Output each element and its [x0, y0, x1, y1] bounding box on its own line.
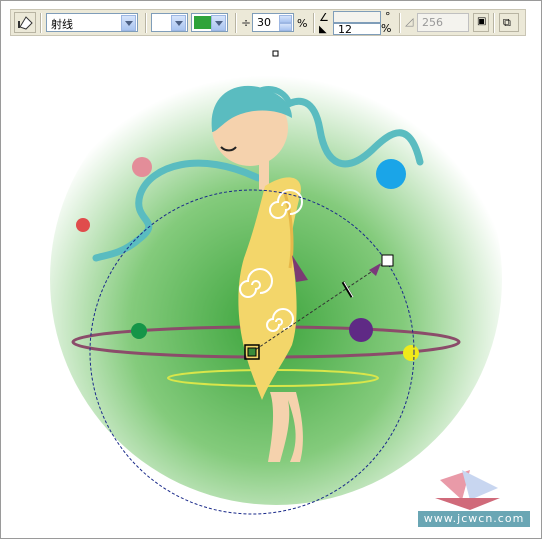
fill-type-dropdown[interactable]: 射线 [46, 13, 138, 32]
interactive-fill-tool-button[interactable] [14, 12, 36, 33]
watermark: www.jcwcn.com [418, 511, 530, 527]
drawing-canvas[interactable] [0, 0, 542, 539]
red-dot[interactable] [76, 218, 90, 232]
blue-dot[interactable] [376, 159, 406, 189]
copy-fill-properties-button[interactable]: ⧉ [499, 13, 519, 32]
selection-handle[interactable] [272, 50, 279, 57]
copy-properties-icon: ⧉ [503, 16, 511, 29]
midpoint-value: 30 [257, 16, 271, 29]
yellow-dot[interactable] [403, 345, 419, 361]
property-bar: 射线 ÷ 30 % ∠ ◣ ° 12 % ◿ 256 ▣ ⧉ [10, 9, 526, 36]
gradient-end-handle[interactable] [381, 254, 394, 267]
separator [399, 13, 401, 33]
purple-dot[interactable] [349, 318, 373, 342]
edge-pad-icon: ◣ [319, 24, 327, 35]
separator [493, 13, 495, 33]
separator [313, 13, 315, 33]
separator [235, 13, 237, 33]
lock-steps-button[interactable]: ▣ [473, 13, 489, 32]
end-color-dropdown[interactable] [191, 13, 228, 32]
pink-dot[interactable] [132, 157, 152, 177]
separator [40, 13, 42, 33]
separator [145, 13, 147, 33]
midpoint-icon: ÷ [241, 16, 252, 30]
spin-up-button[interactable] [279, 15, 292, 23]
fill-type-value: 射线 [51, 18, 73, 31]
edge-pad-value: 12 [338, 23, 352, 36]
start-color-dropdown[interactable] [151, 13, 188, 32]
gradient-start-handle-inner[interactable] [247, 347, 257, 357]
edge-pad-spinner[interactable]: 12 [333, 23, 381, 36]
angle-spinner[interactable] [333, 11, 381, 23]
chevron-down-icon[interactable] [211, 15, 226, 31]
midpoint-unit: % [297, 17, 308, 30]
edge-pad-unit: % [381, 22, 392, 35]
fill-bucket-icon [18, 16, 33, 30]
chevron-down-icon[interactable] [171, 15, 186, 31]
steps-value: 256 [422, 16, 443, 29]
spin-down-button[interactable] [279, 23, 292, 31]
steps-icon: ◿ [405, 15, 414, 28]
logo [435, 470, 500, 510]
green-dot[interactable] [131, 323, 147, 339]
midpoint-spinner[interactable]: 30 [252, 13, 294, 32]
steps-spinner[interactable]: 256 [417, 13, 469, 32]
lock-icon: ▣ [477, 16, 487, 27]
angle-icon: ∠ [319, 11, 329, 24]
chevron-down-icon[interactable] [121, 15, 136, 31]
color-swatch [194, 16, 211, 29]
